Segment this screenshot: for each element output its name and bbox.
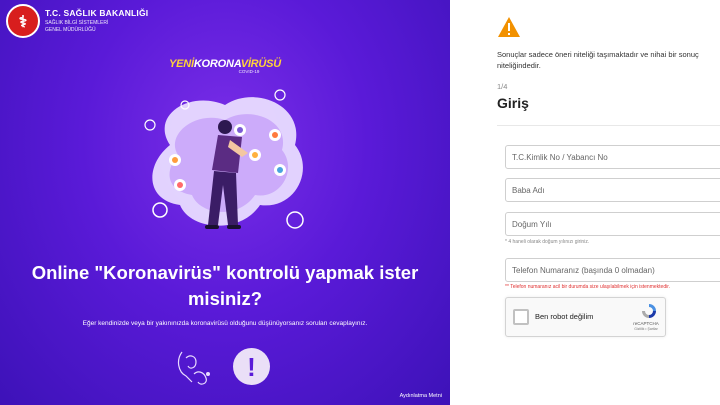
coughing-person-illustration <box>144 89 304 229</box>
headline: Online "Koronavirüs" kontrolü yapmak ist… <box>31 262 419 309</box>
cough-hand-icon <box>177 351 210 385</box>
recaptcha-brand: reCAPTCHA <box>633 321 659 326</box>
father-name-input[interactable] <box>505 178 720 202</box>
divider <box>497 125 720 126</box>
brand-tag: COVID-19 <box>238 69 260 74</box>
recaptcha-label: Ben robot değilim <box>535 312 594 321</box>
campaign-brand: YENİKORONAVİRÜSÜ COVID-19 <box>0 58 450 74</box>
form-panel: Sonuçlar sadece öneri niteliği taşımakta… <box>450 0 720 405</box>
ministry-seal-icon: ⚕ <box>6 4 40 38</box>
recaptcha-checkbox[interactable] <box>513 309 529 325</box>
privacy-notice-link[interactable]: Aydınlatma Metni <box>400 393 442 399</box>
recaptcha-terms: Gizlilik • Şartlar <box>634 327 658 331</box>
tc-id-input[interactable] <box>505 145 720 169</box>
hero-panel: ⚕ T.C. SAĞLIK BAKANLIĞI SAĞLIK BİLGİ SİS… <box>0 0 450 405</box>
result-notice: Sonuçlar sadece öneri niteliği taşımakta… <box>497 50 699 70</box>
birth-year-input[interactable] <box>505 212 720 236</box>
recaptcha-widget: Ben robot değilim reCAPTCHA Gizlilik • Ş… <box>505 297 666 337</box>
recaptcha-logo-icon <box>642 304 656 318</box>
headline-subtext: Eğer kendinizde veya bir yakınınızda kor… <box>82 320 368 327</box>
birth-year-hint: * 4 haneli olarak doğum yılınızı giriniz… <box>505 239 590 245</box>
ministry-subtitle-2: GENEL MÜDÜRLÜĞÜ <box>45 26 96 33</box>
phone-hint: ** Telefon numaranız acil bir durumda si… <box>505 284 670 290</box>
phone-input[interactable] <box>505 258 720 282</box>
warning-triangle-icon <box>498 17 520 37</box>
ministry-title: T.C. SAĞLIK BAKANLIĞI <box>45 8 149 18</box>
exclamation-icon: ! <box>233 348 270 385</box>
ministry-logo: ⚕ T.C. SAĞLIK BAKANLIĞI SAĞLIK BİLGİ SİS… <box>6 4 148 38</box>
form-title: Giriş <box>497 95 529 111</box>
step-indicator: 1/4 <box>497 82 508 91</box>
